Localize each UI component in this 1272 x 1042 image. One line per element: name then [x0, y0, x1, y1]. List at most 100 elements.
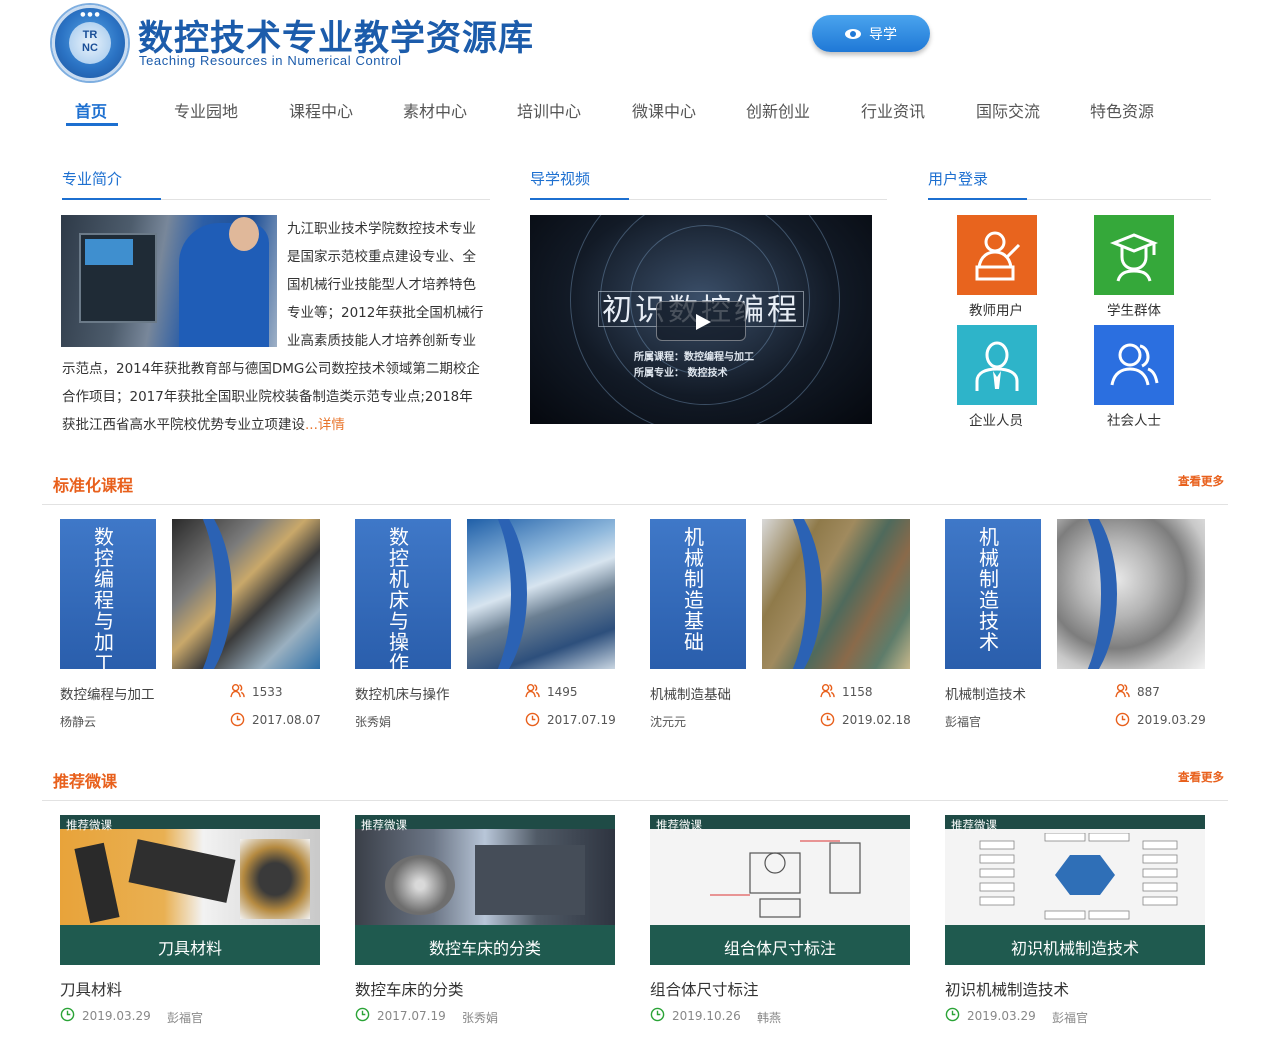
course-card-views: 1533	[252, 685, 283, 699]
intro-last-line: 获批江西省高水平院校优势专业立项建设...详情	[62, 411, 345, 439]
course-card-name[interactable]: 数控机床与操作	[355, 683, 450, 703]
course-card-image[interactable]: 机械制造技术	[945, 519, 1205, 669]
public-login-label[interactable]: 社会人士	[1084, 409, 1184, 429]
main-nav: 首页 专业园地 课程中心 素材中心 培训中心 微课中心 创新创业 行业资讯 国际…	[0, 98, 1272, 128]
course-card-teacher: 彭福官	[945, 715, 982, 729]
clock-icon	[230, 712, 245, 727]
people-icon	[1115, 683, 1130, 698]
student-login-tile[interactable]	[1094, 215, 1174, 295]
employee-login-label[interactable]: 企业人员	[946, 409, 1046, 429]
micro-courses-divider	[42, 800, 1228, 801]
student-login-label[interactable]: 学生群体	[1084, 299, 1184, 319]
standard-courses-divider	[42, 504, 1228, 505]
clock-icon	[525, 712, 540, 727]
micro-card-date: 2019.03.29	[967, 1009, 1036, 1023]
micro-card-date: 2017.07.19	[377, 1009, 446, 1023]
course-card-teacher: 沈元元	[650, 715, 687, 729]
nav-item-major[interactable]: 专业园地	[174, 98, 238, 122]
intro-line: 示范点，2014年获批教育部与德国DMG公司数控技术领域第二期校企	[62, 361, 480, 377]
teacher-login-label[interactable]: 教师用户	[946, 299, 1046, 319]
eye-icon	[845, 28, 861, 39]
nav-item-international[interactable]: 国际交流	[976, 98, 1040, 122]
micro-card-image[interactable]: 推荐微课 数控车床的分类	[355, 815, 615, 965]
course-card-image[interactable]: 数控编程与加工	[60, 519, 320, 669]
micro-courses-heading: 推荐微课	[53, 772, 118, 791]
micro-card-image[interactable]: 推荐微课 刀具材料	[60, 815, 320, 965]
micro-courses-see-more[interactable]: 查看更多	[1178, 769, 1224, 785]
intro-heading: 专业简介	[62, 170, 123, 188]
micro-card-image[interactable]: 推荐微课 初识机械制造技术	[945, 815, 1205, 965]
micro-card-caption: 组合体尺寸标注	[723, 939, 836, 958]
nav-item-courses[interactable]: 课程中心	[289, 98, 353, 122]
intro-line: 国机械行业技能型人才培养特色	[287, 277, 476, 293]
course-card-teacher: 杨静云	[60, 715, 97, 729]
clock-icon	[820, 712, 835, 727]
employee-login-tile[interactable]	[957, 325, 1037, 405]
micro-card-tag: 推荐微课	[66, 818, 112, 832]
micro-card-image[interactable]: 推荐微课 组合体尺寸标注	[650, 815, 910, 965]
micro-card-teacher: 彭福官	[167, 1011, 204, 1025]
course-card-views: 887	[1137, 685, 1160, 699]
intro-line: 合作项目；2017年获批全国职业院校装备制造类示范专业点;2018年	[62, 389, 473, 405]
nav-active-indicator	[66, 123, 118, 126]
nav-item-innovation[interactable]: 创新创业	[746, 98, 810, 122]
teacher-icon	[975, 231, 1021, 281]
intro-more-link[interactable]: ...详情	[305, 417, 345, 433]
employee-icon	[975, 341, 1019, 391]
micro-card-date: 2019.10.26	[672, 1009, 741, 1023]
standard-courses-see-more[interactable]: 查看更多	[1178, 473, 1224, 489]
micro-card-teacher: 张秀娟	[462, 1011, 499, 1025]
industry-diagram	[979, 833, 1178, 920]
login-heading: 用户登录	[928, 170, 989, 188]
clock-icon	[945, 1007, 960, 1022]
teacher-login-tile[interactable]	[957, 215, 1037, 295]
public-login-tile[interactable]	[1094, 325, 1174, 405]
intro-image	[61, 215, 277, 347]
course-card-name[interactable]: 数控编程与加工	[60, 683, 155, 703]
intro-line: 是国家示范校重点建设专业、全	[287, 249, 476, 265]
course-card-vertical-title: 数控编程与加工	[94, 525, 114, 670]
course-card-name[interactable]: 机械制造技术	[945, 683, 1026, 703]
intro-line: 业高素质技能人才培养创新专业	[287, 333, 476, 349]
course-card-vertical-title: 机械制造基础	[684, 525, 704, 654]
people-icon	[230, 683, 245, 698]
micro-card-teacher: 彭福官	[1052, 1011, 1089, 1025]
micro-card-date: 2019.03.29	[82, 1009, 151, 1023]
micro-card-name[interactable]: 组合体尺寸标注	[650, 978, 759, 1000]
course-card-image[interactable]: 机械制造基础	[650, 519, 910, 669]
intro-heading-underline	[62, 198, 161, 200]
course-card-vertical-title: 机械制造技术	[979, 525, 999, 654]
nav-item-industry[interactable]: 行业资讯	[861, 98, 925, 122]
micro-card-teacher: 韩燕	[757, 1011, 782, 1025]
student-icon	[1109, 233, 1159, 282]
course-card-views: 1158	[842, 685, 873, 699]
play-icon[interactable]	[656, 301, 746, 341]
video-heading: 导学视频	[530, 170, 591, 188]
nav-item-micro[interactable]: 微课中心	[632, 98, 696, 122]
nav-item-materials[interactable]: 素材中心	[403, 98, 467, 122]
micro-card-name[interactable]: 初识机械制造技术	[945, 978, 1069, 1000]
guide-video-player[interactable]: 初识数控编程 所属课程：数控编程与加工 所属专业： 数控技术	[530, 215, 872, 424]
video-caption-course: 所属课程：数控编程与加工	[634, 352, 754, 363]
nav-item-featured[interactable]: 特色资源	[1090, 98, 1154, 122]
login-heading-underline	[928, 198, 1027, 200]
course-card-name[interactable]: 机械制造基础	[650, 683, 731, 703]
course-card-teacher: 张秀娟	[355, 715, 392, 729]
people-icon	[1110, 343, 1159, 386]
micro-card-caption: 数控车床的分类	[428, 939, 541, 958]
micro-card-name[interactable]: 刀具材料	[60, 978, 122, 1000]
micro-card-name[interactable]: 数控车床的分类	[355, 978, 464, 1000]
course-card-date: 2017.07.19	[547, 713, 616, 727]
clock-icon	[650, 1007, 665, 1022]
guide-button[interactable]: 导学	[812, 15, 930, 52]
intro-line: 九江职业技术学院数控技术专业	[287, 221, 476, 237]
micro-card-caption: 初识机械制造技术	[1010, 939, 1139, 958]
course-card-image[interactable]: 数控机床与操作	[355, 519, 615, 669]
nav-item-home[interactable]: 首页	[75, 98, 107, 122]
micro-card-tag: 推荐微课	[656, 818, 702, 832]
micro-card-tag: 推荐微课	[951, 818, 997, 832]
site-logo[interactable]: ● ● ● TR NC	[52, 5, 128, 81]
video-caption-major: 所属专业： 数控技术	[634, 368, 728, 379]
nav-item-training[interactable]: 培训中心	[517, 98, 581, 122]
standard-courses-heading: 标准化课程	[53, 476, 134, 495]
